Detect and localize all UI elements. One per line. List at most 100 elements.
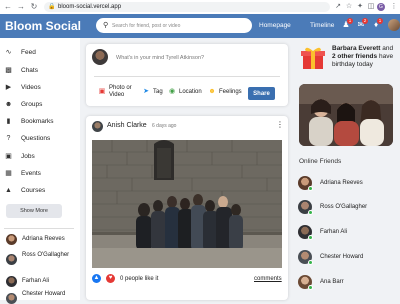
option-label: Location: [179, 89, 202, 95]
post-author[interactable]: Anish Clarke: [107, 122, 147, 130]
sidebar-item-videos[interactable]: ▶ Videos: [0, 80, 80, 96]
divider: [94, 76, 280, 77]
friend-name: Ross O'Gallagher: [22, 252, 70, 258]
sidebar-item-feed[interactable]: ∿ Feed: [0, 45, 80, 61]
online-friends-heading: Online Friends: [299, 158, 342, 165]
feelings-option[interactable]: ☻ Feelings: [208, 84, 246, 100]
birthday-notice: Barbara Everett and 2 other friends have…: [332, 45, 398, 69]
online-status-dot: [308, 260, 313, 265]
avatar: [6, 234, 17, 245]
option-label: Photo or Video: [109, 85, 132, 98]
reload-icon[interactable]: ↻: [29, 2, 39, 12]
browser-menu-icon[interactable]: ⋮: [389, 2, 399, 12]
group-photo-illustration: [92, 140, 282, 268]
sidebar-item-label: Questions: [21, 135, 51, 142]
sidebar-item-questions[interactable]: ? Questions: [0, 131, 80, 147]
online-friend-name: Chester Howard: [320, 254, 364, 260]
search-icon: ⚲: [103, 22, 109, 29]
sidebar-item-label: Bookmarks: [21, 118, 54, 125]
online-friend-name: Adriana Reeves: [320, 180, 363, 186]
friend-name: Adriana Reeves: [22, 236, 65, 242]
sidebar-item-events[interactable]: ▦ Events: [0, 166, 80, 182]
friend-name: Chester Howard: [22, 291, 66, 297]
bookmark-icon: ▮: [6, 118, 11, 125]
event-icon: ▦: [5, 170, 12, 177]
tag-option[interactable]: ➤ Tag: [142, 84, 164, 100]
photo-icon: ▣: [98, 88, 106, 95]
sidebar-item-label: Events: [21, 170, 41, 177]
sidebar-item-label: Courses: [21, 187, 46, 194]
gift-icon: [300, 45, 326, 71]
chat-icon: ▩: [5, 67, 12, 74]
bookmark-star-icon[interactable]: ☆: [344, 2, 354, 12]
play-circle-icon: ▶: [5, 84, 12, 91]
comments-link[interactable]: comments: [254, 275, 282, 283]
sidebar-item-jobs[interactable]: ▣ Jobs: [0, 149, 80, 165]
sidebar-item-chats[interactable]: ▩ Chats: [0, 63, 80, 79]
heart-icon[interactable]: ♥: [106, 274, 115, 283]
browser-profile-icon[interactable]: G: [377, 3, 385, 11]
location-option[interactable]: ◉ Location: [168, 84, 206, 100]
search-bar[interactable]: ⚲: [96, 18, 252, 33]
online-status-dot: [308, 235, 313, 240]
app-header: Bloom Social ⚲ Homepage Timeline ♟ 1 ✉ 2…: [0, 14, 400, 38]
sidebar-item-label: Chats: [21, 67, 38, 74]
url-text[interactable]: bloom-social.vercel.app: [58, 3, 121, 11]
more-vert-icon[interactable]: ⋮: [276, 120, 284, 130]
group-icon: ☻: [4, 101, 13, 108]
show-more-button[interactable]: Show More: [6, 204, 62, 218]
share-button[interactable]: Share: [248, 87, 275, 100]
messages-badge: 2: [362, 18, 368, 24]
thumb-up-icon[interactable]: ▲: [92, 274, 101, 283]
sidebar-item-bookmarks[interactable]: ▮ Bookmarks: [0, 114, 80, 130]
brand-logo[interactable]: Bloom Social: [5, 18, 81, 34]
location-icon: ◉: [168, 88, 176, 95]
profile-avatar[interactable]: [388, 19, 400, 31]
address-bar[interactable]: 🔒 bloom-social.vercel.app: [44, 2, 330, 12]
sidebar-item-label: Videos: [21, 84, 41, 91]
extensions-icon[interactable]: ✦: [355, 2, 365, 12]
friends-photo-illustration: [299, 84, 393, 146]
notifications-badge: 1: [377, 18, 383, 24]
birthday-name[interactable]: Barbara Everett: [332, 45, 380, 52]
label-tag-icon: ➤: [143, 88, 149, 95]
school-icon: ▲: [5, 187, 12, 194]
sidebar-item-courses[interactable]: ▲ Courses: [0, 183, 80, 199]
browser-toolbar: ← → ↻ 🔒 bloom-social.vercel.app ↗ ☆ ✦ ◫ …: [0, 0, 400, 15]
rss-feed-icon: ∿: [5, 49, 12, 56]
sidebar-item-label: Jobs: [21, 153, 35, 160]
option-label: Tag: [153, 89, 163, 95]
photo-or-video-option[interactable]: ▣ Photo or Video: [98, 84, 136, 100]
sidebar-item-groups[interactable]: ☻ Groups: [0, 97, 80, 113]
online-status-dot: [308, 210, 313, 215]
avatar[interactable]: [92, 121, 103, 132]
avatar: [6, 293, 17, 304]
avatar: [6, 254, 17, 265]
side-panel-icon[interactable]: ◫: [366, 2, 376, 12]
online-status-dot: [308, 186, 313, 191]
post-card: Anish Clarke 6 days ago ⋮ ▲ ♥ 0 people l…: [86, 116, 288, 300]
ad-image[interactable]: [299, 84, 393, 146]
help-circle-icon: ?: [6, 135, 11, 142]
online-friend-name: Farhan Ali: [320, 229, 348, 235]
lock-icon[interactable]: 🔒: [48, 3, 55, 11]
divider: [4, 228, 74, 229]
sidebar-item-label: Feed: [21, 49, 36, 56]
online-friend-name: Ross O'Gallagher: [320, 204, 368, 210]
like-count: 0 people like it: [120, 276, 159, 282]
online-friend-name: Ana Barr: [320, 279, 344, 285]
post-timestamp: 6 days ago: [152, 123, 177, 129]
timeline-link[interactable]: Timeline: [310, 22, 334, 30]
avatar: [92, 49, 108, 65]
search-input[interactable]: [112, 20, 248, 31]
share-page-icon[interactable]: ↗: [333, 2, 343, 12]
work-icon: ▣: [5, 153, 12, 160]
left-sidebar: ∿ Feed ▩ Chats ▶ Videos ☻ Groups ▮ Bookm…: [0, 38, 80, 304]
back-icon[interactable]: ←: [3, 2, 13, 12]
sidebar-item-label: Groups: [21, 101, 43, 108]
post-image[interactable]: [92, 140, 282, 268]
status-input[interactable]: [116, 53, 276, 62]
forward-icon[interactable]: →: [16, 2, 26, 12]
homepage-link[interactable]: Homepage: [259, 22, 291, 30]
birthday-others[interactable]: 2 other friends: [332, 53, 377, 60]
